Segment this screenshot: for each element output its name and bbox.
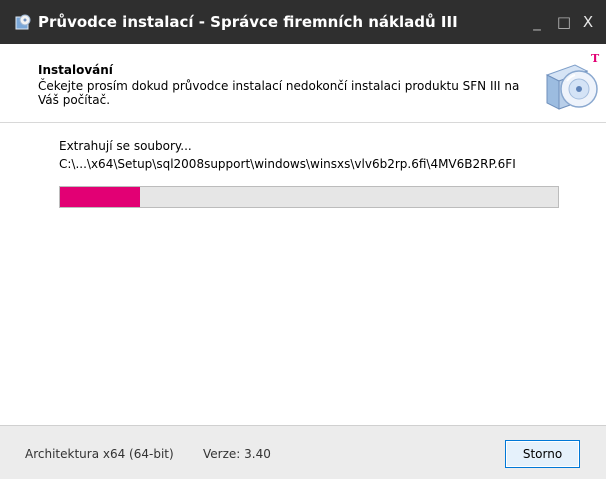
progress-bar	[59, 186, 559, 208]
current-file-path: C:\...\x64\Setup\sql2008support\windows\…	[59, 157, 516, 171]
architecture-label: Architektura x64 (64-bit)	[25, 447, 174, 461]
cd-installer-icon	[545, 64, 598, 110]
page-title: Instalování	[38, 63, 113, 77]
content-area: Extrahují se soubory... C:\...\x64\Setup…	[0, 123, 606, 425]
window-title: Průvodce instalací - Správce firemních n…	[38, 13, 458, 31]
footer-bar: Architektura x64 (64-bit) Verze: 3.40 St…	[0, 425, 606, 479]
header-panel: Instalování Čekejte prosím dokud průvodc…	[0, 44, 606, 123]
cancel-button[interactable]: Storno	[505, 440, 580, 468]
installer-window: Průvodce instalací - Správce firemních n…	[0, 0, 606, 479]
title-bar[interactable]: Průvodce instalací - Správce firemních n…	[0, 0, 606, 44]
version-label: Verze: 3.40	[203, 447, 271, 461]
status-text: Extrahují se soubory...	[59, 139, 192, 153]
installer-icon	[15, 14, 31, 30]
page-description: Čekejte prosím dokud průvodce instalací …	[38, 79, 520, 107]
minimize-button[interactable]: _	[528, 13, 546, 31]
close-button[interactable]: X	[579, 13, 597, 31]
maximize-button[interactable]: □	[555, 13, 573, 31]
progress-fill	[60, 187, 140, 207]
